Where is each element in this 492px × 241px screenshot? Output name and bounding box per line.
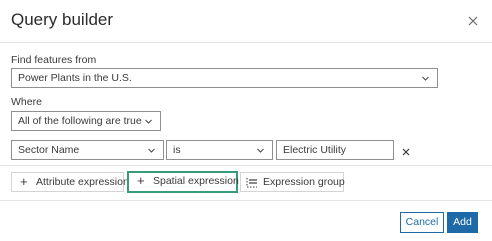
value-input[interactable]: Electric Utility: [276, 140, 394, 160]
field-select[interactable]: Sector Name: [11, 140, 164, 160]
match-select[interactable]: All of the following are true: [11, 111, 161, 131]
match-select-value: All of the following are true: [18, 115, 142, 127]
layer-select[interactable]: Power Plants in the U.S.: [11, 68, 438, 88]
attribute-expression-label: Attribute expression: [36, 176, 129, 188]
chevron-down-icon: [148, 148, 155, 153]
cancel-button[interactable]: Cancel: [400, 212, 444, 233]
spatial-expression-label: Spatial expression: [153, 175, 239, 187]
plus-icon: +: [137, 173, 145, 188]
attribute-expression-button[interactable]: + Attribute expression: [11, 172, 129, 192]
find-features-label: Find features from: [11, 54, 97, 66]
footer-divider: [0, 200, 492, 201]
divider: [0, 165, 492, 166]
expression-group-button[interactable]: Expression group: [240, 172, 345, 192]
where-label: Where: [11, 96, 42, 108]
operator-select-value: is: [173, 144, 181, 156]
chevron-down-icon: [257, 148, 264, 153]
expression-group-icon: [246, 178, 257, 188]
close-icon[interactable]: [464, 12, 482, 30]
add-button[interactable]: Add: [447, 212, 478, 233]
spatial-expression-button[interactable]: + Spatial expression: [127, 171, 239, 193]
operator-select[interactable]: is: [166, 140, 273, 160]
expression-group-label: Expression group: [263, 176, 345, 188]
chevron-down-icon: [422, 76, 429, 81]
chevron-down-icon: [145, 119, 152, 124]
remove-expression-icon[interactable]: [400, 145, 412, 157]
query-builder-dialog: Query builder Find features from Power P…: [0, 0, 492, 241]
dialog-header: Query builder: [0, 0, 492, 43]
plus-icon: +: [20, 174, 28, 189]
field-select-value: Sector Name: [18, 144, 80, 156]
layer-select-value: Power Plants in the U.S.: [18, 72, 132, 84]
dialog-title: Query builder: [11, 10, 114, 29]
value-input-text: Electric Utility: [283, 144, 347, 156]
